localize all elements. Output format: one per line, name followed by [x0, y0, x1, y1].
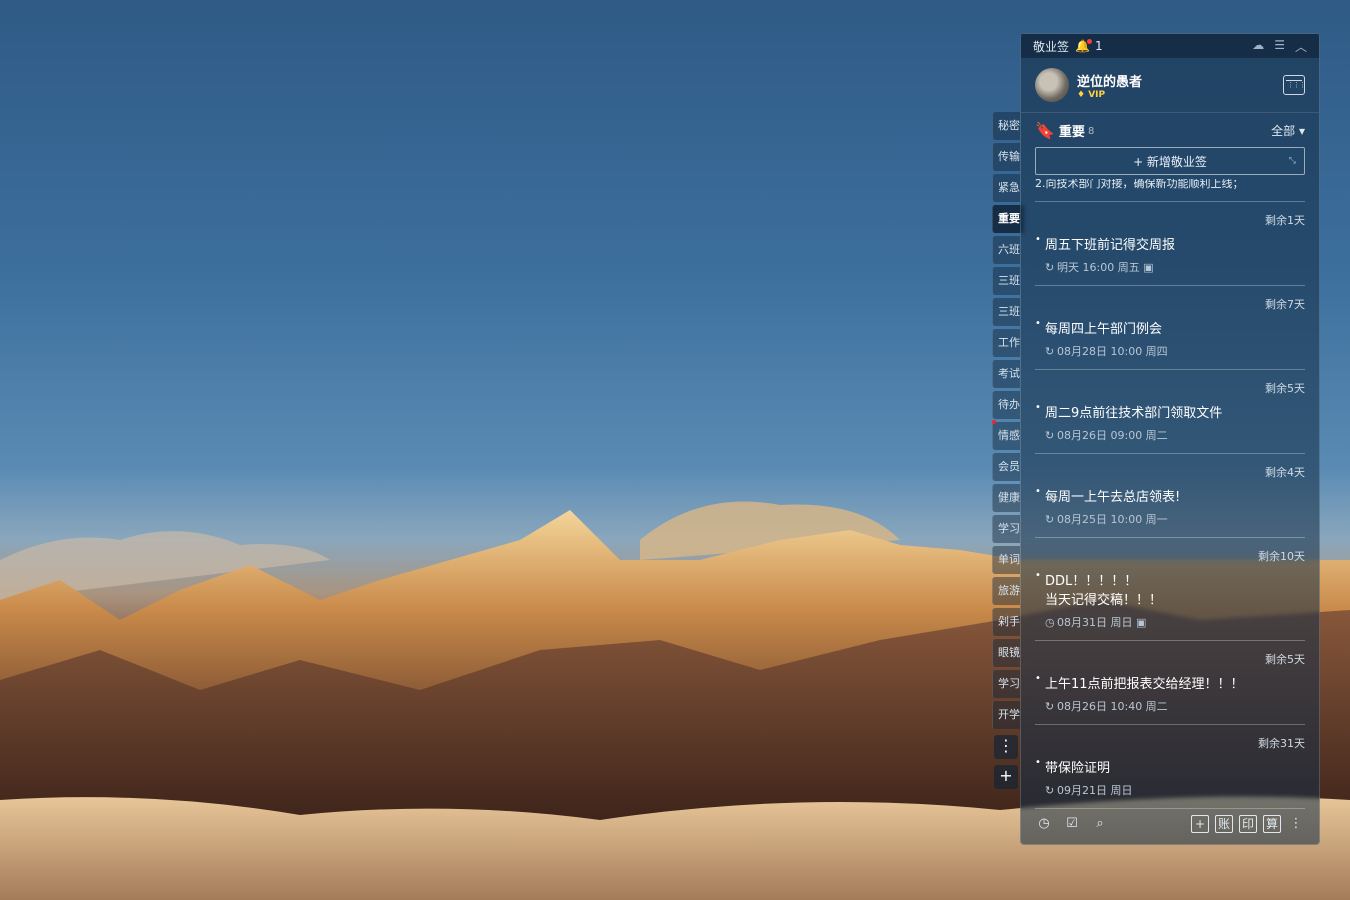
tab-study-a[interactable]: 学习	[992, 515, 1020, 543]
group-header: 🔖 重要 8 全部 ▾	[1021, 113, 1319, 147]
tab-transfer[interactable]: 传输	[992, 143, 1020, 171]
clock-icon: ◷	[1045, 616, 1055, 629]
list-item[interactable]: 剩余4天 • 每周一上午去总店领表! ↻ 08月25日 10:00 周一	[1035, 454, 1305, 538]
repeat-icon: ↻	[1045, 429, 1055, 442]
repeat-icon: ↻	[1045, 513, 1055, 526]
app-title: 敬业签	[1033, 39, 1070, 54]
filter-dropdown[interactable]: 全部 ▾	[1271, 122, 1305, 139]
tab-travel[interactable]: 旅游	[992, 577, 1020, 605]
note-attach-icon: ▣	[1136, 616, 1147, 629]
title-bar: 敬业签 🔔 1 ☁ ☰ ︿	[1021, 34, 1319, 58]
tab-shopping[interactable]: 剁手	[992, 608, 1020, 636]
tab-school-start[interactable]: 开学	[992, 701, 1020, 729]
tab-emotion[interactable]: 情感	[992, 422, 1020, 450]
remaining-days: 剩余31天	[1258, 737, 1305, 750]
add-tab-button[interactable]: +	[994, 765, 1018, 789]
more-tabs-button[interactable]: ⋮	[994, 735, 1018, 759]
notification-count: 1	[1094, 39, 1103, 53]
note-meta: 08月26日 10:40 周二	[1057, 700, 1168, 713]
calendar-icon[interactable]	[1283, 75, 1305, 95]
repeat-icon: ↻	[1045, 784, 1055, 797]
note-title: 上午11点前把报表交给经理！！！	[1045, 677, 1244, 692]
menu-icon[interactable]: ☰	[1274, 38, 1285, 55]
list-item[interactable]: 剩余10天 • DDL！！！！！ 当天记得交稿！！！ ◷ 08月31日 周日 ▣	[1035, 538, 1305, 641]
remaining-days: 剩余4天	[1265, 466, 1305, 479]
note-title: 每周一上午去总店领表!	[1045, 490, 1181, 505]
user-row: 逆位的愚者 ♦ VIP	[1021, 58, 1319, 113]
list-item[interactable]: 剩余7天 • 每周四上午部门例会 ↻ 08月28日 10:00 周四	[1035, 286, 1305, 370]
note-attach-icon: ▣	[1143, 261, 1154, 274]
note-meta: 08月26日 09:00 周二	[1057, 429, 1168, 442]
list-item[interactable]: 剩余5天 • 周二9点前往技术部门领取文件 ↻ 08月26日 09:00 周二	[1035, 370, 1305, 454]
note-meta: 08月31日 周日	[1057, 616, 1133, 629]
bookmark-icon: 🔖	[1035, 120, 1055, 140]
group-name: 重要	[1058, 124, 1085, 140]
tab-todo[interactable]: 待办	[992, 391, 1020, 419]
user-name: 逆位的愚者	[1077, 74, 1143, 90]
calculator-button[interactable]: 算	[1263, 815, 1281, 833]
note-meta: 08月28日 10:00 周四	[1057, 345, 1168, 358]
remaining-days: 剩余10天	[1258, 550, 1305, 563]
note-title: DDL！！！！！	[1045, 574, 1138, 589]
add-icon[interactable]: +	[1191, 815, 1209, 833]
clock-icon[interactable]: ◷	[1035, 815, 1053, 833]
list-item[interactable]: 剩余5天 • 上午11点前把报表交给经理！！！ ↻ 08月26日 10:40 周二	[1035, 641, 1305, 725]
remaining-days: 剩余5天	[1265, 653, 1305, 666]
bell-icon[interactable]: 🔔	[1075, 39, 1092, 53]
tab-exam[interactable]: 考试	[992, 360, 1020, 388]
group-count: 8	[1087, 126, 1095, 137]
account-button[interactable]: 账	[1215, 815, 1233, 833]
tab-class-three-b[interactable]: 三班	[992, 298, 1020, 326]
print-button[interactable]: 印	[1239, 815, 1257, 833]
list-item[interactable]: 剩余31天 • 带保险证明 ↻ 09月21日 周日	[1035, 725, 1305, 809]
note-list: 剩余1天 • 周五下班前记得交周报 ↻ 明天 16:00 周五 ▣ 剩余7天 • 每周…	[1021, 202, 1319, 809]
note-title: 带保险证明	[1045, 761, 1111, 776]
note-meta: 09月21日 周日	[1057, 784, 1133, 797]
group-tabs: 秘密 传输 紧急 重要 六班 三班 三班 工作 考试 待办 情感 会员 健康 学…	[992, 112, 1024, 795]
remaining-days: 剩余5天	[1265, 382, 1305, 395]
note-meta: 08月25日 10:00 周一	[1057, 513, 1168, 526]
list-item[interactable]: 剩余1天 • 周五下班前记得交周报 ↻ 明天 16:00 周五 ▣	[1035, 202, 1305, 286]
cloud-icon[interactable]: ☁	[1252, 38, 1264, 55]
collapse-icon[interactable]: ︿	[1295, 38, 1307, 55]
repeat-icon: ↻	[1045, 345, 1055, 358]
tab-urgent[interactable]: 紧急	[992, 174, 1020, 202]
repeat-icon: ↻	[1045, 261, 1055, 274]
more-icon[interactable]: ⋮	[1287, 815, 1305, 833]
truncated-note: 2.向技术部门对接，确保新功能顺利上线；	[1035, 179, 1305, 202]
tab-member[interactable]: 会员	[992, 453, 1020, 481]
tab-secret[interactable]: 秘密	[992, 112, 1020, 140]
tab-health[interactable]: 健康	[992, 484, 1020, 512]
note-meta: 明天 16:00 周五	[1057, 261, 1140, 274]
tab-words[interactable]: 单词	[992, 546, 1020, 574]
tab-class-three-a[interactable]: 三班	[992, 267, 1020, 295]
repeat-icon: ↻	[1045, 700, 1055, 713]
tab-work[interactable]: 工作	[992, 329, 1020, 357]
remaining-days: 剩余7天	[1265, 298, 1305, 311]
vip-badge: ♦ VIP	[1077, 89, 1106, 100]
note-title: 周二9点前往技术部门领取文件	[1045, 406, 1223, 421]
tab-study-b[interactable]: 学习	[992, 670, 1020, 698]
avatar[interactable]	[1035, 68, 1069, 102]
tab-class-six[interactable]: 六班	[992, 236, 1020, 264]
note-title: 每周四上午部门例会	[1045, 322, 1163, 337]
remaining-days: 剩余1天	[1265, 214, 1305, 227]
bottom-toolbar: ◷ ☑ ⌕ + 账 印 算 ⋮	[1021, 804, 1319, 844]
checklist-icon[interactable]: ☑	[1063, 815, 1081, 833]
note-title: 周五下班前记得交周报	[1045, 238, 1176, 253]
note-title-line2: 当天记得交稿！！！	[1045, 593, 1163, 608]
tab-glasses[interactable]: 眼镜	[992, 639, 1020, 667]
notes-panel: 敬业签 🔔 1 ☁ ☰ ︿ 逆位的愚者 ♦ VIP 🔖 重要 8 全部 ▾ + …	[1020, 33, 1320, 845]
new-note-button[interactable]: + 新增敬业签 ⤡	[1035, 147, 1305, 175]
resize-icon: ⤡	[1288, 156, 1296, 166]
search-icon[interactable]: ⌕	[1091, 815, 1109, 833]
